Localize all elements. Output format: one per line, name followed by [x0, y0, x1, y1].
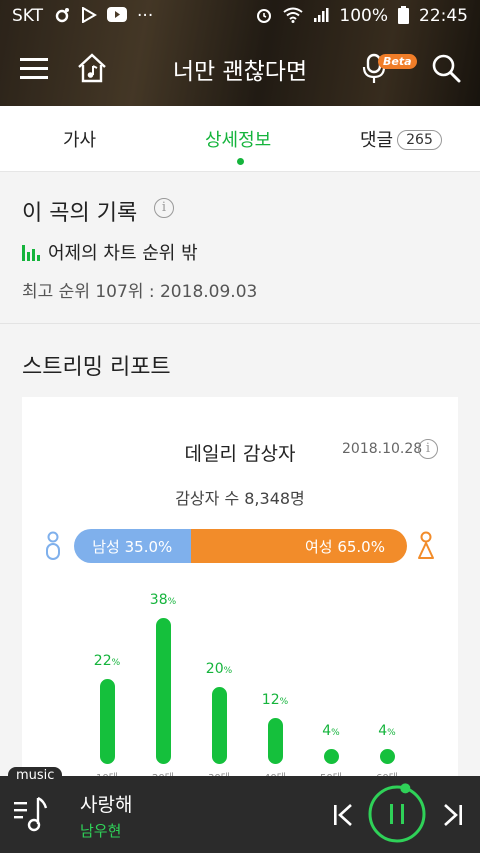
- home-button[interactable]: [72, 48, 112, 88]
- signal-icon: [313, 7, 329, 26]
- carrier-label: SKT: [12, 6, 44, 26]
- age-bar-2: [211, 687, 227, 764]
- age-bar-5: [379, 748, 395, 764]
- age-bar-label-0: 22%: [82, 653, 132, 669]
- hamburger-menu-icon: [20, 58, 48, 79]
- age-bar-label-4: 4%: [306, 723, 356, 739]
- listener-count: 감상자 수 8,348명: [175, 489, 305, 508]
- menu-button[interactable]: [14, 48, 54, 88]
- wifi-icon: [283, 7, 304, 26]
- age-bar-unit-1: %: [167, 596, 177, 607]
- pause-button[interactable]: [366, 783, 428, 845]
- age-bar-value-2: 20: [205, 661, 224, 677]
- age-bar-label-5: 4%: [362, 723, 412, 739]
- alarm-icon: [255, 6, 273, 27]
- record-title: 이 곡의 기록: [22, 201, 138, 226]
- age-bar-4: [323, 748, 339, 764]
- gender-ratio-bar: 남성 35.0% 여성 65.0%: [74, 529, 407, 563]
- female-person-icon: [416, 531, 436, 565]
- more-notifications: ···: [137, 6, 154, 26]
- music-tag: music: [8, 767, 63, 786]
- age-bar-3: [267, 717, 283, 764]
- play-store-icon: [81, 5, 98, 26]
- clock: 22:45: [419, 6, 468, 26]
- age-bar-unit-4: %: [331, 727, 340, 738]
- status-bar: SKT ··· 100% 22:45: [0, 0, 480, 32]
- report-date: 2018.10.28: [342, 441, 423, 457]
- male-person-icon: [44, 531, 62, 565]
- female-ratio: 여성 65.0%: [190, 529, 407, 563]
- chart-status-text: 어제의 차트 순위 밖: [48, 243, 198, 264]
- tab-bar: 가사 상세정보 댓글 265: [0, 106, 480, 172]
- playlist-icon: [14, 796, 48, 832]
- previous-button[interactable]: [326, 798, 360, 832]
- streaming-report-title: 스트리밍 리포트: [22, 355, 171, 380]
- peak-rank: 최고 순위 107위 : 2018.09.03: [22, 282, 258, 302]
- age-bar-value-5: 4: [378, 722, 388, 739]
- comment-count-badge: 265: [397, 130, 442, 150]
- tab-lyrics[interactable]: 가사: [63, 126, 96, 152]
- active-tab-indicator: [237, 158, 244, 165]
- search-icon: [432, 54, 461, 83]
- male-ratio: 남성 35.0%: [74, 529, 191, 563]
- now-playing-artist[interactable]: 남우현: [80, 820, 121, 841]
- age-bar-1: [155, 617, 171, 764]
- next-icon: [444, 804, 462, 826]
- chart-status: 어제의 차트 순위 밖: [22, 239, 198, 265]
- age-bar-unit-3: %: [279, 696, 289, 707]
- age-bar-label-2: 20%: [194, 661, 244, 677]
- next-button[interactable]: [436, 798, 470, 832]
- age-bar-value-1: 38: [149, 591, 168, 608]
- chart-bars-icon: [22, 243, 40, 261]
- pause-icon: [368, 783, 426, 843]
- music-home-icon: [78, 53, 106, 83]
- song-record-section: 이 곡의 기록 i 어제의 차트 순위 밖 최고 순위 107위 : 2018.…: [0, 173, 480, 323]
- age-bar-unit-5: %: [387, 727, 396, 738]
- age-bar-value-4: 4: [322, 722, 332, 739]
- report-info-icon[interactable]: i: [418, 439, 438, 459]
- playlist-button[interactable]: [10, 792, 50, 836]
- section-divider: [0, 323, 480, 324]
- age-bar-value-3: 12: [261, 691, 280, 708]
- age-bar-label-3: 12%: [250, 692, 300, 708]
- age-bar-unit-2: %: [223, 666, 233, 676]
- tab-details[interactable]: 상세정보: [205, 126, 271, 152]
- age-bar-label-1: 38%: [138, 592, 188, 608]
- previous-icon: [334, 804, 352, 826]
- search-button[interactable]: [426, 48, 466, 88]
- age-bar-unit-0: %: [111, 658, 121, 669]
- daily-listeners-card: 데일리 감상자 2018.10.28 i 감상자 수 8,348명 남성 35.…: [22, 397, 458, 797]
- age-bar-0: [99, 679, 115, 764]
- tab-comments[interactable]: 댓글 265: [360, 126, 442, 152]
- battery-level: 100%: [339, 6, 388, 26]
- age-bar-value-0: 22: [93, 653, 112, 670]
- beta-badge: Beta: [378, 54, 417, 69]
- notification-dot-icon: [53, 6, 71, 27]
- app-header: 너만 괜찮다면 Beta: [0, 32, 480, 106]
- youtube-icon: [107, 7, 128, 25]
- record-info-icon[interactable]: i: [154, 198, 174, 218]
- tab-comments-label: 댓글: [360, 130, 394, 151]
- battery-icon: [398, 5, 409, 27]
- now-playing-track[interactable]: 사랑해: [80, 790, 132, 817]
- mini-player: 사랑해 남우현: [0, 776, 480, 853]
